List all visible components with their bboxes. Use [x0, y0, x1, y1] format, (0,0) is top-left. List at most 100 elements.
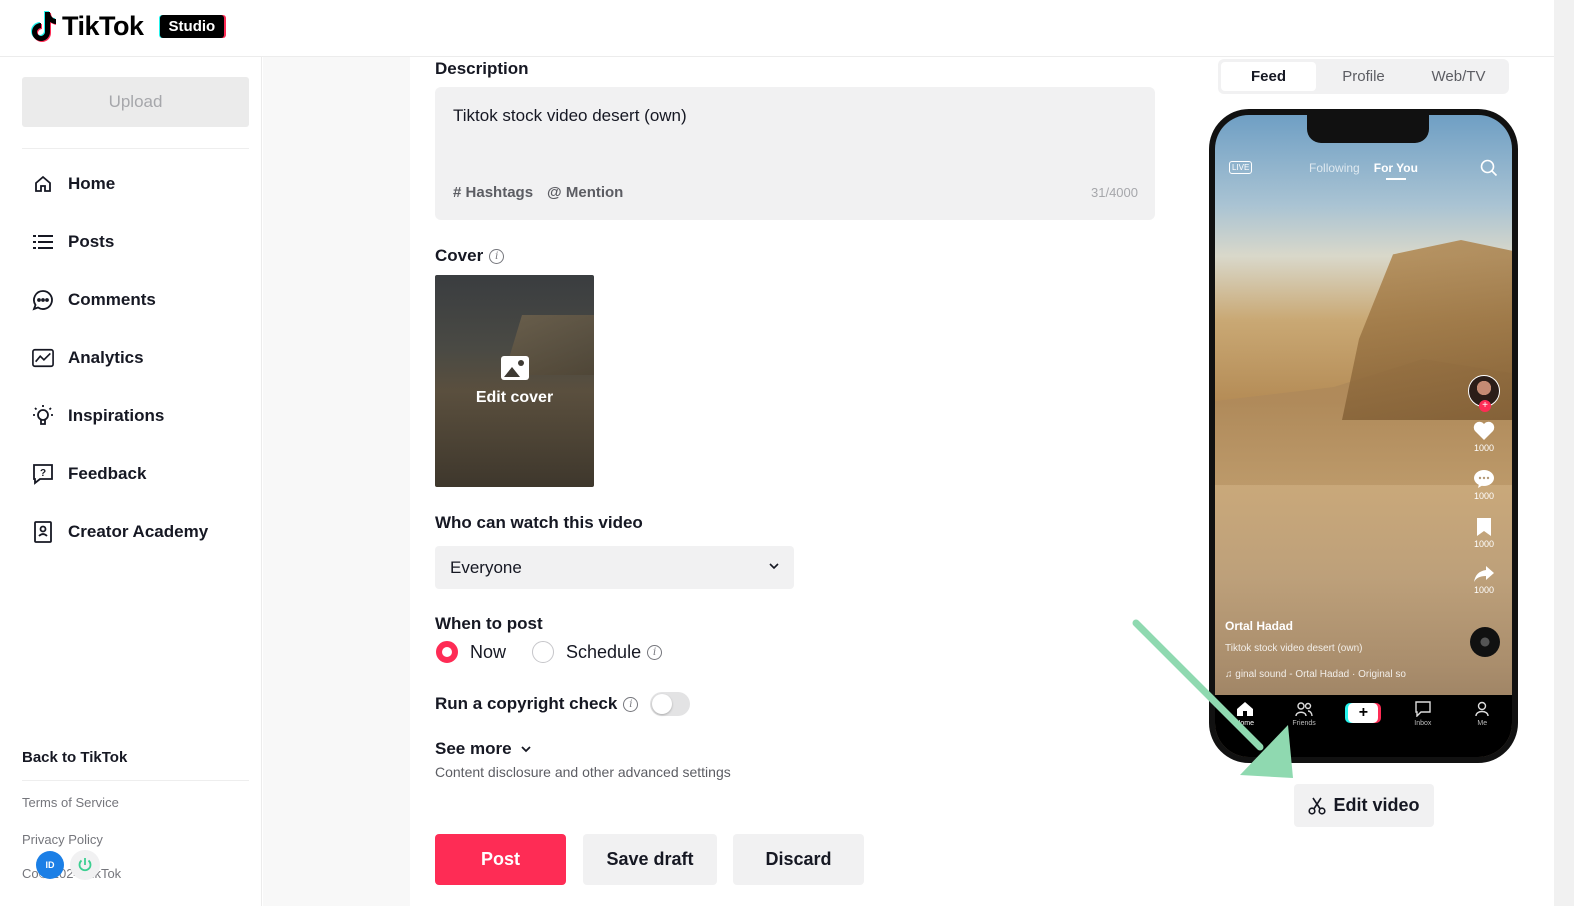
copyright-check-toggle[interactable]	[650, 692, 691, 716]
edit-video-button[interactable]: Edit video	[1294, 784, 1434, 827]
power-icon[interactable]	[70, 850, 100, 880]
for-you-tab: For You	[1373, 161, 1418, 180]
video-actions: 1000 1000 1000 1000	[1466, 375, 1502, 603]
phone-nav-me: Me	[1462, 701, 1502, 757]
tiktok-studio-logo[interactable]: TikTok Studio	[30, 10, 225, 42]
inbox-icon	[1415, 701, 1431, 717]
page-scrollbar[interactable]	[1554, 0, 1574, 906]
privacy-select[interactable]: Everyone	[435, 546, 794, 589]
sidebar-item-label: Posts	[68, 232, 115, 251]
phone-bottom-nav: Home Friends + Inbox Me	[1215, 695, 1512, 757]
info-icon[interactable]: i	[489, 248, 505, 264]
floating-toolbar: ID	[36, 850, 100, 880]
hashtags-label: Hashtags	[465, 184, 534, 201]
sidebar: Upload Home Posts Comments Analytics Ins…	[14, 57, 262, 906]
hashtags-button[interactable]: # Hashtags	[453, 184, 533, 201]
comment-bubble-icon	[1474, 470, 1494, 488]
sidebar-item-posts[interactable]: Posts	[14, 213, 262, 271]
tab-profile[interactable]: Profile	[1316, 62, 1411, 91]
phone-nav-label: Home	[1235, 720, 1255, 727]
sidebar-nav: Home Posts Comments Analytics Inspiratio…	[14, 155, 262, 561]
sidebar-item-inspirations[interactable]: Inspirations	[14, 387, 262, 445]
post-button[interactable]: Post	[435, 834, 566, 885]
profile-icon	[1475, 701, 1489, 717]
see-more-label: See more	[435, 739, 512, 758]
tab-web-tv[interactable]: Web/TV	[1411, 62, 1506, 91]
sidebar-divider	[22, 780, 249, 781]
see-more-button[interactable]: See more	[435, 739, 532, 759]
now-radio[interactable]	[436, 641, 458, 663]
cover-label: Cover	[435, 246, 484, 265]
privacy-link[interactable]: Privacy Policy	[22, 832, 103, 847]
phone-preview: LIVE Following For You 1000 1000 1000	[1209, 109, 1518, 763]
chevron-down-icon	[520, 746, 531, 753]
comment-icon	[32, 289, 54, 311]
info-icon[interactable]: i	[647, 644, 663, 660]
description-tools: # Hashtags @ Mention	[453, 184, 623, 201]
terms-link[interactable]: Terms of Service	[22, 795, 119, 810]
phone-nav-friends: Friends	[1284, 701, 1324, 757]
tiktok-logo-icon	[31, 11, 56, 42]
heart-icon	[1473, 421, 1495, 440]
post-timing-radios: Now Schedule i	[436, 641, 663, 663]
cover-thumbnail[interactable]: Edit cover	[435, 275, 594, 487]
sidebar-item-label: Feedback	[68, 464, 147, 483]
sidebar-item-comments[interactable]: Comments	[14, 271, 262, 329]
sidebar-item-home[interactable]: Home	[14, 155, 262, 213]
schedule-label[interactable]: Schedule	[566, 642, 641, 663]
edit-video-label: Edit video	[1333, 795, 1420, 815]
video-sound: ♫ ginal sound - Ortal Hadad · Original s…	[1225, 669, 1406, 680]
phone-screen[interactable]: LIVE Following For You 1000 1000 1000	[1215, 115, 1512, 757]
edit-cover-label: Edit cover	[475, 389, 554, 406]
upload-button[interactable]: Upload	[22, 77, 249, 127]
following-tab: Following	[1309, 161, 1360, 175]
content-gutter	[263, 57, 410, 906]
list-icon	[32, 231, 54, 253]
phone-nav-home: Home	[1225, 701, 1265, 757]
sidebar-item-label: Comments	[68, 290, 156, 309]
phone-nav-label: Me	[1477, 720, 1488, 727]
top-bar: TikTok Studio	[0, 0, 1554, 57]
feedback-icon: ?	[32, 463, 54, 485]
privacy-select-value: Everyone	[450, 557, 522, 577]
save-draft-button[interactable]: Save draft	[583, 834, 717, 885]
edit-cover-button[interactable]: Edit cover	[435, 355, 594, 407]
share-action: 1000	[1473, 565, 1495, 595]
feed-switcher: Following For You	[1215, 161, 1512, 180]
discard-button[interactable]: Discard	[733, 834, 864, 885]
mention-button[interactable]: @ Mention	[547, 184, 623, 201]
sound-disc-icon	[1470, 627, 1500, 657]
share-count: 1000	[1473, 585, 1495, 595]
preview-tabs: Feed Profile Web/TV	[1218, 59, 1509, 94]
copyright-check-label: Run a copyright check	[435, 694, 618, 713]
video-username: Ortal Hadad	[1225, 619, 1294, 633]
at-icon: @	[547, 184, 562, 201]
like-count: 1000	[1473, 443, 1495, 453]
tab-feed[interactable]: Feed	[1221, 62, 1316, 91]
avatar	[1468, 375, 1500, 412]
phone-nav-label: Inbox	[1414, 720, 1432, 727]
schedule-radio[interactable]	[532, 641, 555, 663]
extension-icon[interactable]: ID	[36, 851, 64, 879]
save-action: 1000	[1474, 517, 1494, 549]
sidebar-item-label: Home	[68, 174, 116, 193]
comment-action: 1000	[1473, 469, 1495, 501]
friends-icon	[1295, 702, 1313, 717]
upload-form: Description Tiktok stock video desert (o…	[410, 57, 1180, 906]
image-icon	[500, 356, 529, 380]
description-field[interactable]: Tiktok stock video desert (own) # Hashta…	[435, 87, 1155, 220]
sidebar-item-analytics[interactable]: Analytics	[14, 329, 262, 387]
phone-nav-label: Friends	[1292, 720, 1316, 727]
sidebar-item-feedback[interactable]: ? Feedback	[14, 445, 262, 503]
comment-count: 1000	[1473, 491, 1495, 501]
plus-icon: +	[1348, 703, 1379, 723]
mention-label: Mention	[565, 184, 624, 201]
back-to-tiktok-link[interactable]: Back to TikTok	[22, 749, 127, 766]
preview-panel: Feed Profile Web/TV LIVE Following For Y…	[1180, 57, 1554, 906]
now-label[interactable]: Now	[470, 642, 506, 663]
sidebar-item-creator-academy[interactable]: Creator Academy	[14, 503, 262, 561]
copyright-check-row: Run a copyright check i	[435, 692, 691, 716]
description-text[interactable]: Tiktok stock video desert (own)	[453, 106, 687, 126]
analytics-icon	[32, 347, 54, 369]
info-icon[interactable]: i	[623, 696, 639, 712]
